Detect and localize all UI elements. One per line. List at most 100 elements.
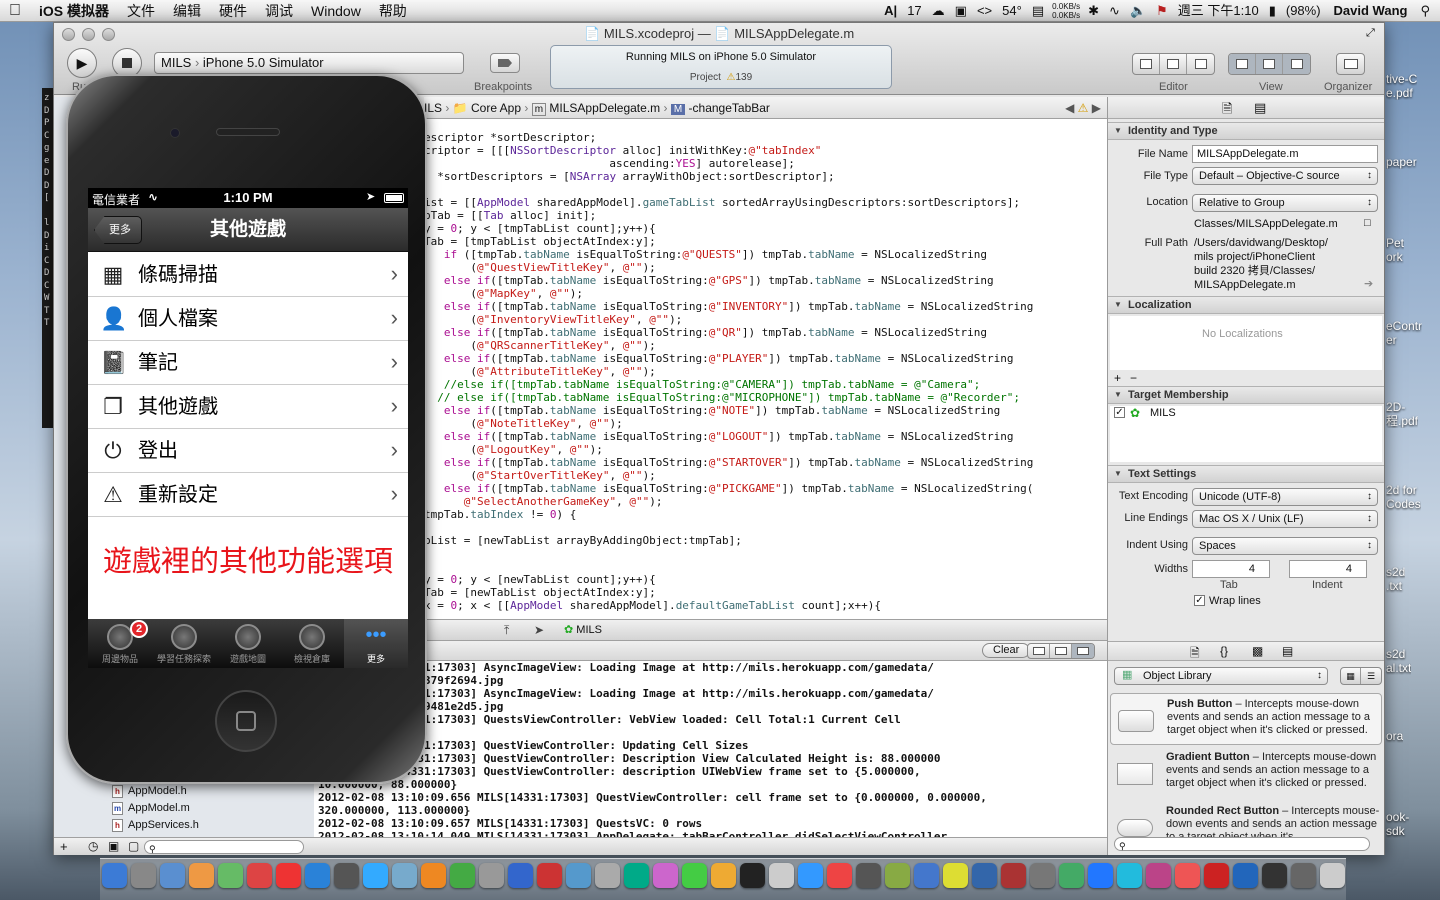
tab-bar-item[interactable]: 遊戲地圖 xyxy=(216,619,280,668)
dock-app-icon[interactable] xyxy=(1117,863,1142,888)
scm-filter-icon[interactable]: ▢ xyxy=(128,839,139,853)
dock-app-icon[interactable] xyxy=(972,863,997,888)
dock-app-icon[interactable] xyxy=(363,863,388,888)
assistant-editor-button[interactable] xyxy=(1160,54,1187,74)
home-button[interactable] xyxy=(215,690,277,752)
dock-app-icon[interactable] xyxy=(160,863,185,888)
dock-app-icon[interactable] xyxy=(595,863,620,888)
next-issue-icon[interactable]: ▶ xyxy=(1092,101,1101,115)
crumb-method[interactable]: -changeTabBar xyxy=(689,101,770,115)
dock-app-icon[interactable] xyxy=(276,863,301,888)
wifi-icon[interactable]: ∿ xyxy=(1104,0,1125,21)
quick-help-icon[interactable]: ▤ xyxy=(1254,100,1266,116)
console-view-button[interactable] xyxy=(1072,644,1094,658)
issue-warning-icon[interactable]: ⚠ xyxy=(1078,101,1089,115)
dock-app-icon[interactable] xyxy=(682,863,707,888)
organizer-button[interactable] xyxy=(1336,53,1365,75)
flag-icon[interactable]: ⚑ xyxy=(1151,0,1173,21)
code-icon[interactable]: <> xyxy=(972,0,997,21)
tab-bar-item[interactable]: 學習任務探索 xyxy=(152,619,216,668)
indent-width-field[interactable]: 4 xyxy=(1289,560,1367,578)
indent-using-popup[interactable]: Spaces xyxy=(1192,537,1378,555)
dock-app-icon[interactable] xyxy=(1233,863,1258,888)
desktop-icon-label[interactable]: tive-C e.pdf xyxy=(1386,72,1417,100)
split-view-button[interactable] xyxy=(1050,644,1072,658)
dock-app-icon[interactable] xyxy=(392,863,417,888)
fullscreen-icon[interactable]: ⤢ xyxy=(1366,27,1375,40)
variables-view-button[interactable] xyxy=(1028,644,1050,658)
crumb-file[interactable]: MILSAppDelegate.m xyxy=(549,101,660,115)
file-name-field[interactable]: MILSAppDelegate.m xyxy=(1192,145,1378,163)
target-checkbox[interactable]: ✓ xyxy=(1114,407,1125,418)
icon-view-button[interactable]: ▦ xyxy=(1341,668,1361,684)
media-library-icon[interactable]: ▤ xyxy=(1282,644,1293,658)
dock-app-icon[interactable] xyxy=(479,863,504,888)
clock[interactable]: 週三 下午1:10 xyxy=(1173,0,1264,21)
volume-icon[interactable]: 🔈 xyxy=(1125,0,1151,21)
dock-app-icon[interactable] xyxy=(247,863,272,888)
desktop-icon-label[interactable]: ook- sdk xyxy=(1386,810,1409,838)
crumb-group[interactable]: Core App xyxy=(471,101,521,115)
dock-app-icon[interactable] xyxy=(827,863,852,888)
scheme-selector[interactable]: MILS › iPhone 5.0 Simulator xyxy=(154,52,464,74)
table-row[interactable]: ⚠ 重新設定 › xyxy=(88,473,408,517)
dock-app-icon[interactable] xyxy=(624,863,649,888)
add-localization-icon[interactable]: + xyxy=(1114,371,1121,385)
dock-app-icon[interactable] xyxy=(1088,863,1113,888)
dock-app-icon[interactable] xyxy=(856,863,881,888)
text-encoding-popup[interactable]: Unicode (UTF-8) xyxy=(1192,488,1378,506)
activity-issues[interactable]: Project ⚠139 xyxy=(551,72,891,83)
desktop-icon-label[interactable]: 2d for Codes xyxy=(1386,483,1421,511)
target-membership-header[interactable]: Target Membership xyxy=(1108,386,1384,404)
file-type-popup[interactable]: Default – Objective-C source xyxy=(1192,167,1378,185)
desktop-icon-label[interactable]: s2d al.txt xyxy=(1386,647,1411,675)
dock-app-icon[interactable] xyxy=(1262,863,1287,888)
weather-temp[interactable]: 54° xyxy=(997,0,1027,21)
dock-app-icon[interactable] xyxy=(1204,863,1229,888)
file-template-icon[interactable]: 🗎 xyxy=(1190,644,1200,665)
line-endings-popup[interactable]: Mac OS X / Unix (LF) xyxy=(1192,510,1378,528)
version-editor-button[interactable] xyxy=(1187,54,1214,74)
navigator-filter-field[interactable]: ⚲ xyxy=(144,840,304,854)
file-row[interactable]: h AppServices.h xyxy=(112,817,292,834)
choose-folder-icon[interactable]: □ xyxy=(1364,217,1371,229)
utilities-toggle-button[interactable] xyxy=(1283,54,1310,74)
file-row[interactable]: h AppModel.h xyxy=(112,783,292,800)
menu-edit[interactable]: 编辑 xyxy=(164,0,210,21)
crumb-project[interactable]: ILS xyxy=(424,101,442,115)
spotlight-icon[interactable]: ⚲ xyxy=(1415,0,1440,21)
dock-app-icon[interactable] xyxy=(740,863,765,888)
code-editor[interactable]: escriptor *sortDescriptor; criptor = [[[N… xyxy=(424,119,1107,619)
library-item[interactable]: Push Button – Intercepts mouse-down even… xyxy=(1110,693,1382,745)
menu-debug[interactable]: 调试 xyxy=(256,0,302,21)
dock-app-icon[interactable] xyxy=(1320,863,1345,888)
dock-app-icon[interactable] xyxy=(653,863,678,888)
debug-target[interactable]: ✿ MILS xyxy=(564,623,602,636)
tab-width-field[interactable]: 4 xyxy=(1192,560,1270,578)
dock-app-icon[interactable] xyxy=(711,863,736,888)
recent-files-icon[interactable]: ◷ xyxy=(88,839,98,853)
dock-app-icon[interactable] xyxy=(334,863,359,888)
apple-menu-icon[interactable]:  xyxy=(0,0,30,21)
desktop-icon-label[interactable]: 2D- 程.pdf xyxy=(1386,400,1418,428)
reveal-in-finder-icon[interactable]: ➔ xyxy=(1364,277,1373,290)
run-button[interactable]: ▶ xyxy=(67,48,97,78)
object-library-icon[interactable]: ▩ xyxy=(1252,644,1263,658)
dock-app-icon[interactable] xyxy=(769,863,794,888)
dock-app-icon[interactable] xyxy=(566,863,591,888)
battery-icon[interactable]: ▮ xyxy=(1264,0,1281,21)
menu-file[interactable]: 文件 xyxy=(118,0,164,21)
table-row[interactable]: 📓 筆記 › xyxy=(88,341,408,385)
tab-bar-item[interactable]: 周邊物品 2 xyxy=(88,619,152,668)
dock-app-icon[interactable] xyxy=(914,863,939,888)
table-row[interactable]: ▦ 條碼掃描 › xyxy=(88,253,408,297)
dock-app-icon[interactable] xyxy=(218,863,243,888)
breakpoints-button[interactable] xyxy=(490,53,520,73)
add-file-icon[interactable]: + xyxy=(60,839,68,854)
dock-app-icon[interactable] xyxy=(1001,863,1026,888)
dock-app-icon[interactable] xyxy=(537,863,562,888)
minimize-window-button[interactable] xyxy=(82,28,95,41)
file-row[interactable]: m AppModel.m xyxy=(112,800,292,817)
library-filter-field[interactable]: ⚲ xyxy=(1114,837,1370,851)
standard-editor-button[interactable] xyxy=(1133,54,1160,74)
